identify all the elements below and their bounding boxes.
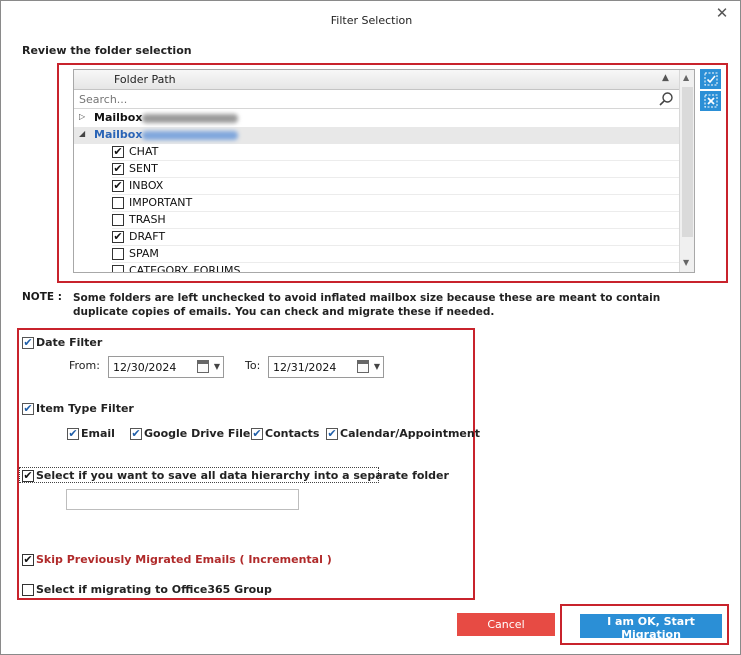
deselect-all-button[interactable] [700, 91, 721, 111]
folder-item-chat[interactable]: ✔ CHAT [112, 144, 679, 161]
office365-group-label: Select if migrating to Office365 Group [36, 583, 272, 596]
folder-item-sent[interactable]: ✔ SENT [112, 161, 679, 178]
item-type-filter-label: Item Type Filter [36, 402, 134, 415]
to-date-picker[interactable]: 12/31/2024 ▼ [268, 356, 384, 378]
mailbox-row-2[interactable]: ◢ Mailbox [74, 127, 679, 144]
folder-section-label: Review the folder selection [22, 44, 192, 57]
folder-checkbox-category-forums[interactable] [112, 265, 124, 272]
to-date-value: 12/31/2024 [273, 361, 337, 374]
folder-checkbox-spam[interactable] [112, 248, 124, 260]
folder-checkbox-draft[interactable]: ✔ [112, 231, 124, 243]
date-filter-label: Date Filter [36, 336, 103, 349]
from-date-picker[interactable]: 12/30/2024 ▼ [108, 356, 224, 378]
date-filter-checkbox[interactable]: ✔ [22, 337, 34, 349]
uncheck-all-icon [704, 94, 717, 108]
to-label: To: [245, 359, 261, 372]
calendar-icon[interactable] [197, 360, 209, 373]
mailbox-label-2: Mailbox [94, 128, 143, 141]
note-label: NOTE : [22, 291, 62, 303]
scroll-down-icon[interactable]: ▼ [683, 258, 689, 267]
from-date-value: 12/30/2024 [113, 361, 177, 374]
mailbox-email-redacted-1 [142, 114, 238, 123]
folder-search-input[interactable] [77, 91, 647, 107]
contacts-label: Contacts [265, 427, 320, 440]
start-migration-button[interactable]: I am OK, Start Migration [580, 614, 722, 641]
chevron-down-icon[interactable]: ▼ [214, 362, 220, 371]
sort-up-icon[interactable]: ▲ [662, 73, 669, 83]
office365-group-checkbox[interactable] [22, 584, 34, 596]
folder-label: CATEGORY_FORUMS [129, 264, 241, 273]
hierarchy-label: Select if you want to save all data hier… [36, 469, 449, 482]
folder-label: INBOX [129, 179, 164, 192]
mailbox-row-1[interactable]: ▷ Mailbox [74, 110, 679, 127]
google-drive-checkbox[interactable]: ✔ [130, 428, 142, 440]
folder-item-draft[interactable]: ✔ DRAFT [112, 229, 679, 246]
select-all-button[interactable] [700, 69, 721, 89]
hierarchy-checkbox[interactable]: ✔ [22, 470, 34, 482]
scroll-up-icon[interactable]: ▲ [683, 73, 689, 82]
scrollbar-thumb[interactable] [682, 87, 693, 237]
hierarchy-folder-input[interactable] [66, 489, 299, 510]
folder-label: CHAT [129, 145, 159, 158]
email-label: Email [81, 427, 115, 440]
chevron-down-icon[interactable]: ▼ [374, 362, 380, 371]
note-text: Some folders are left unchecked to avoid… [73, 292, 661, 318]
filter-selection-dialog: Filter Selection ✕ Review the folder sel… [0, 0, 741, 655]
folder-label: SENT [129, 162, 158, 175]
close-icon[interactable]: ✕ [713, 5, 731, 23]
cancel-button[interactable]: Cancel [457, 613, 555, 636]
folder-label: IMPORTANT [129, 196, 193, 209]
folder-checkbox-trash[interactable] [112, 214, 124, 226]
google-drive-label: Google Drive Files [144, 427, 257, 440]
from-label: From: [69, 359, 100, 372]
search-icon[interactable] [658, 91, 674, 107]
email-checkbox[interactable]: ✔ [67, 428, 79, 440]
folder-label: DRAFT [129, 230, 166, 243]
item-type-filter-checkbox[interactable]: ✔ [22, 403, 34, 415]
incremental-label: Skip Previously Migrated Emails ( Increm… [36, 553, 332, 566]
calendar-checkbox[interactable]: ✔ [326, 428, 338, 440]
folder-checkbox-sent[interactable]: ✔ [112, 163, 124, 175]
folder-item-category-forums[interactable]: CATEGORY_FORUMS [112, 263, 679, 273]
mailbox-label-1: Mailbox [94, 111, 143, 124]
folder-item-spam[interactable]: SPAM [112, 246, 679, 263]
folder-item-inbox[interactable]: ✔ INBOX [112, 178, 679, 195]
folder-label: SPAM [129, 247, 159, 260]
folder-checkbox-chat[interactable]: ✔ [112, 146, 124, 158]
folder-label: TRASH [129, 213, 166, 226]
expanded-arrow-icon[interactable]: ◢ [79, 129, 85, 138]
folder-item-important[interactable]: IMPORTANT [112, 195, 679, 212]
folder-tree: Folder Path ▲ ▷ Mailbox ◢ Mailbox ✔ CHAT… [73, 69, 695, 273]
folder-path-header[interactable]: Folder Path ▲ [74, 70, 679, 90]
check-all-icon [704, 72, 717, 86]
contacts-checkbox[interactable]: ✔ [251, 428, 263, 440]
folder-path-header-label: Folder Path [114, 73, 176, 86]
incremental-checkbox[interactable]: ✔ [22, 554, 34, 566]
calendar-label: Calendar/Appointment [340, 427, 480, 440]
dialog-title: Filter Selection [330, 14, 413, 27]
folder-checkbox-inbox[interactable]: ✔ [112, 180, 124, 192]
folder-search-row [74, 90, 679, 109]
calendar-icon[interactable] [357, 360, 369, 373]
folder-tree-scrollbar[interactable]: ▲ ▼ [679, 70, 694, 272]
folder-checkbox-important[interactable] [112, 197, 124, 209]
folder-item-trash[interactable]: TRASH [112, 212, 679, 229]
collapsed-arrow-icon[interactable]: ▷ [79, 112, 85, 121]
mailbox-email-redacted-2 [142, 131, 238, 140]
